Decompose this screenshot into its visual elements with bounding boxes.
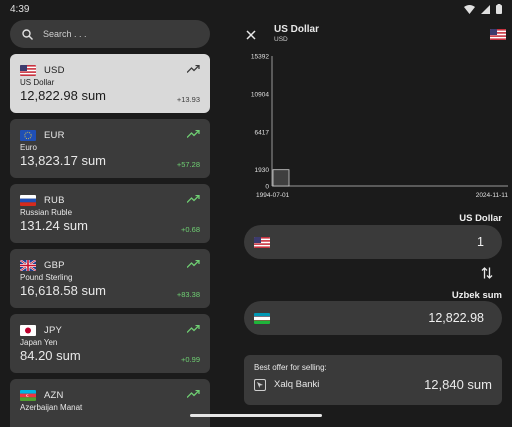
currency-name: Pound Sterling [20,273,73,282]
currency-card-rub[interactable]: RUB Russian Ruble 131.24 sum +0.68 [10,184,210,243]
battery-icon [496,4,502,14]
gb-flag-icon [20,259,36,271]
trending-up-icon [187,130,200,138]
best-offer-card[interactable]: Best offer for selling: Xalq Banki 12,84… [244,355,502,405]
currency-delta: +0.99 [181,355,200,364]
search-input[interactable] [43,29,198,39]
currency-name: Azerbaijan Manat [20,403,83,412]
y-tick-label: 6417 [255,129,270,136]
currency-delta: +57.28 [176,160,200,169]
detail-title: US Dollar [274,24,320,35]
currency-card-eur[interactable]: EUR Euro 13,823.17 sum +57.28 [10,119,210,178]
trending-up-icon [187,260,200,268]
eu-flag-icon [20,129,36,141]
currency-name: US Dollar [20,78,55,87]
currency-amount: 16,618.58 sum [20,283,107,298]
close-icon[interactable] [244,28,258,42]
status-bar: 4:39 [0,0,512,18]
ru-flag-icon [20,194,36,206]
currency-code: AZN [44,389,64,401]
currency-card-jpy[interactable]: JPY Japan Yen 84.20 sum +0.99 [10,314,210,373]
search-bar[interactable] [10,20,210,48]
chart-bar [272,169,290,187]
x-tick-label: 1994-07-01 [256,192,290,199]
az-flag-icon [20,389,36,401]
rate-history-chart: 0 1930 6417 10904 15392 1994-07-01 2024-11-11 [251,54,509,200]
trending-up-icon [187,65,200,73]
search-icon [22,28,33,40]
home-indicator[interactable] [190,414,322,417]
to-currency-label: Uzbek sum [451,290,502,301]
currency-amount: 84.20 sum [20,348,81,363]
bank-name: Xalq Banki [274,379,320,390]
currency-detail-pane: US Dollar USD 0 1930 6417 10904 15392 1994-07… [238,20,512,427]
us-flag-icon [254,236,270,248]
detail-subtitle: USD [274,36,288,43]
status-icons [464,4,502,14]
currency-list-pane: USD US Dollar 12,822.98 sum +13.93 EUR E… [10,20,210,427]
best-offer-label: Best offer for selling: [254,363,327,372]
currency-delta: +13.93 [176,95,200,104]
currency-amount: 131.24 sum [20,218,88,233]
to-amount-field[interactable]: 12,822.98 [244,301,502,335]
y-tick-label: 0 [265,184,269,191]
from-currency-label: US Dollar [459,213,502,224]
currency-name: Russian Ruble [20,208,73,217]
currency-card-usd[interactable]: USD US Dollar 12,822.98 sum +13.93 [10,54,210,113]
currency-delta: +0.68 [181,225,200,234]
currency-code: GBP [44,259,65,271]
currency-delta: +83.38 [176,290,200,299]
currency-amount: 12,822.98 sum [20,88,107,103]
status-time: 4:39 [10,3,30,15]
currency-card-azn[interactable]: AZN Azerbaijan Manat [10,379,210,427]
y-tick-label: 1930 [255,167,270,174]
currency-name: Japan Yen [20,338,58,347]
trending-up-icon [187,390,200,398]
x-tick-label: 2024-11-11 [476,192,509,199]
trending-up-icon [187,195,200,203]
currency-code: EUR [44,129,65,141]
from-amount-value[interactable]: 1 [477,235,484,249]
currency-code: USD [44,64,65,76]
wifi-icon [464,4,475,14]
us-flag-icon [490,29,506,40]
y-tick-label: 10904 [251,91,269,98]
bank-icon [254,378,266,391]
swap-icon[interactable] [481,266,493,280]
trending-up-icon [187,325,200,333]
jp-flag-icon [20,324,36,336]
to-amount-value[interactable]: 12,822.98 [428,311,484,325]
currency-name: Euro [20,143,37,152]
from-amount-field[interactable]: 1 [244,225,502,259]
us-flag-icon [20,64,36,76]
uz-flag-icon [254,312,270,324]
detail-header: US Dollar USD [244,24,510,50]
currency-code: RUB [44,194,65,206]
best-offer-price: 12,840 sum [424,377,492,392]
currency-code: JPY [44,324,63,336]
cell-signal-icon [481,4,490,14]
y-tick-label: 15392 [251,54,269,61]
currency-card-gbp[interactable]: GBP Pound Sterling 16,618.58 sum +83.38 [10,249,210,308]
currency-amount: 13,823.17 sum [20,153,107,168]
